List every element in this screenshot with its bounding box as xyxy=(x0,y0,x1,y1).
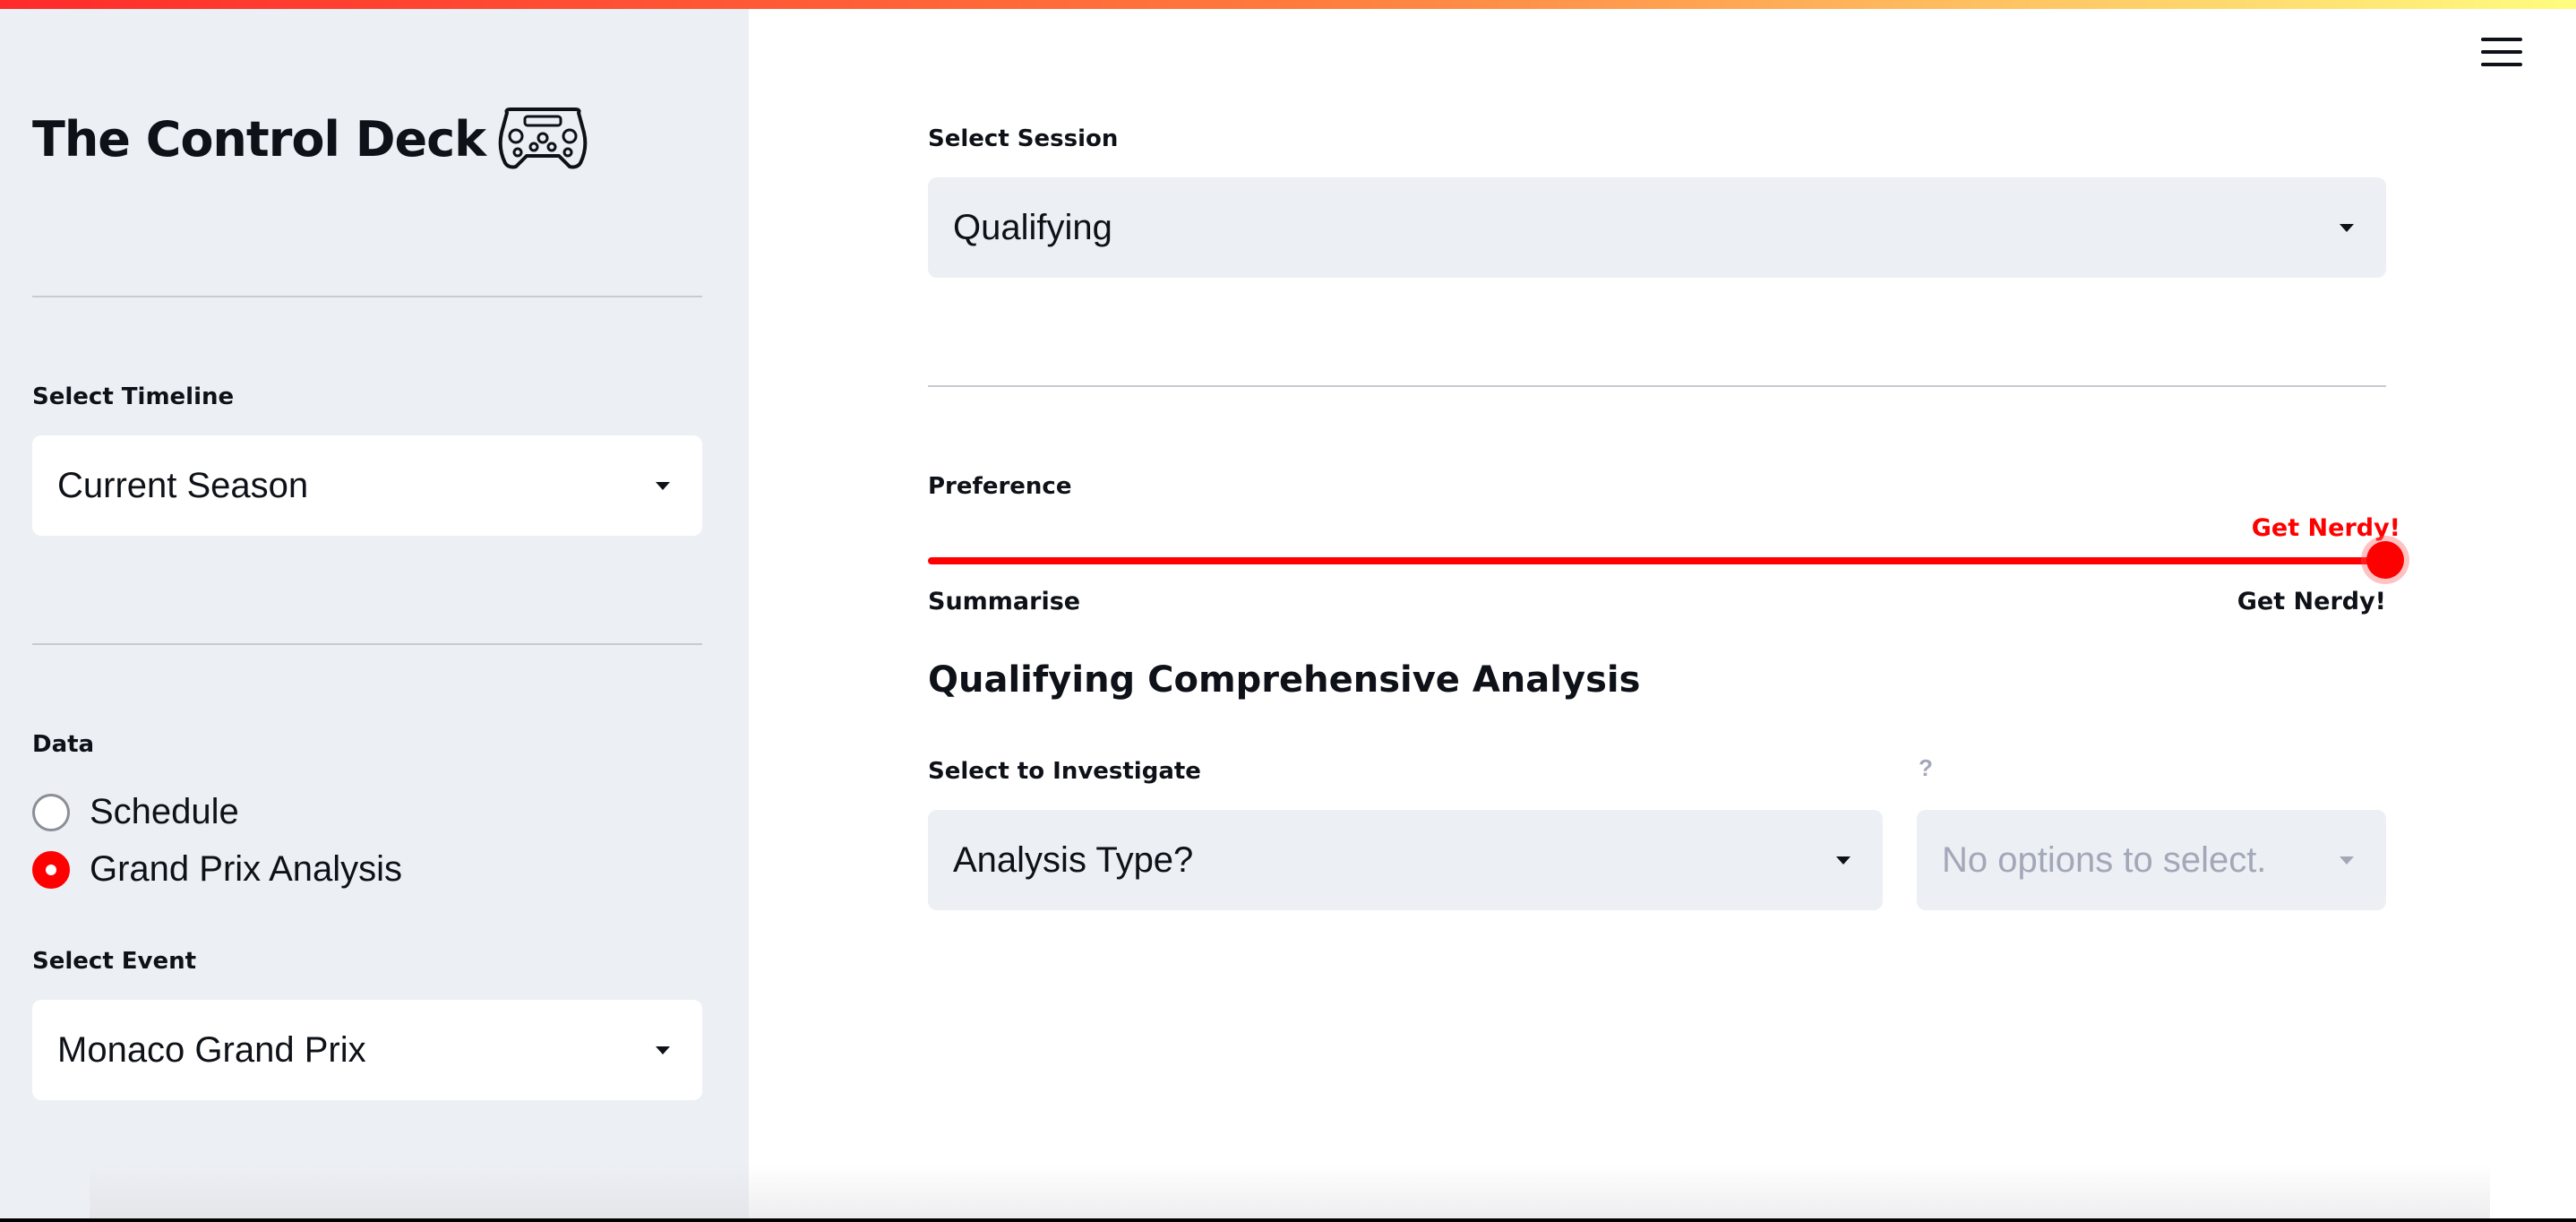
timeline-select-value: Current Season xyxy=(57,465,309,505)
steering-wheel-icon xyxy=(498,108,588,169)
app-logo: The Control Deck xyxy=(32,106,588,172)
slider-min-label: Summarise xyxy=(928,588,1081,615)
chevron-down-icon xyxy=(656,1046,670,1054)
app-window: The Control Deck Select Timeline Current… xyxy=(0,0,2576,1218)
session-label: Select Session xyxy=(928,125,1119,152)
analysis-type-select-value: Analysis Type? xyxy=(953,839,1194,880)
event-label: Select Event xyxy=(32,948,197,975)
chevron-down-icon xyxy=(2340,224,2354,232)
timeline-label: Select Timeline xyxy=(32,383,235,410)
radio-button-selected[interactable] xyxy=(32,850,70,889)
chevron-down-icon xyxy=(656,482,670,490)
radio-option-schedule[interactable]: Schedule xyxy=(32,792,239,832)
preference-label: Preference xyxy=(928,473,1072,500)
radio-option-label: Schedule xyxy=(90,792,239,831)
radio-button[interactable] xyxy=(32,793,70,831)
secondary-select: No options to select. xyxy=(1917,810,2386,910)
event-select[interactable]: Monaco Grand Prix xyxy=(32,1000,702,1100)
analysis-type-select[interactable]: Analysis Type? xyxy=(928,810,1883,910)
chevron-down-icon xyxy=(1836,856,1850,865)
slider-current-value: Get Nerdy! xyxy=(2251,514,2400,542)
secondary-select-label: ? xyxy=(1919,754,1933,781)
event-select-value: Monaco Grand Prix xyxy=(57,1029,366,1070)
timeline-select[interactable]: Current Season xyxy=(32,435,702,536)
chevron-down-icon xyxy=(2340,856,2354,865)
hamburger-menu-icon[interactable] xyxy=(2481,38,2522,70)
radio-option-label: Grand Prix Analysis xyxy=(90,849,403,889)
slider-max-label: Get Nerdy! xyxy=(2237,588,2386,615)
sidebar: The Control Deck Select Timeline Current… xyxy=(0,0,749,1218)
preference-slider-thumb[interactable] xyxy=(2366,541,2404,579)
investigate-label: Select to Investigate xyxy=(928,758,1201,785)
section-heading: Qualifying Comprehensive Analysis xyxy=(928,659,1641,701)
sidebar-divider xyxy=(32,296,702,297)
radio-option-grand-prix-analysis[interactable]: Grand Prix Analysis xyxy=(32,849,402,890)
session-select-value: Qualifying xyxy=(953,207,1112,247)
main-divider xyxy=(928,385,2386,387)
secondary-select-placeholder: No options to select. xyxy=(1942,839,2267,880)
session-select[interactable]: Qualifying xyxy=(928,177,2386,278)
preference-slider-track[interactable] xyxy=(928,557,2385,564)
data-label: Data xyxy=(32,731,95,758)
app-title: The Control Deck xyxy=(32,110,486,168)
sidebar-divider xyxy=(32,643,702,645)
top-decoration-stripe xyxy=(0,0,2576,9)
